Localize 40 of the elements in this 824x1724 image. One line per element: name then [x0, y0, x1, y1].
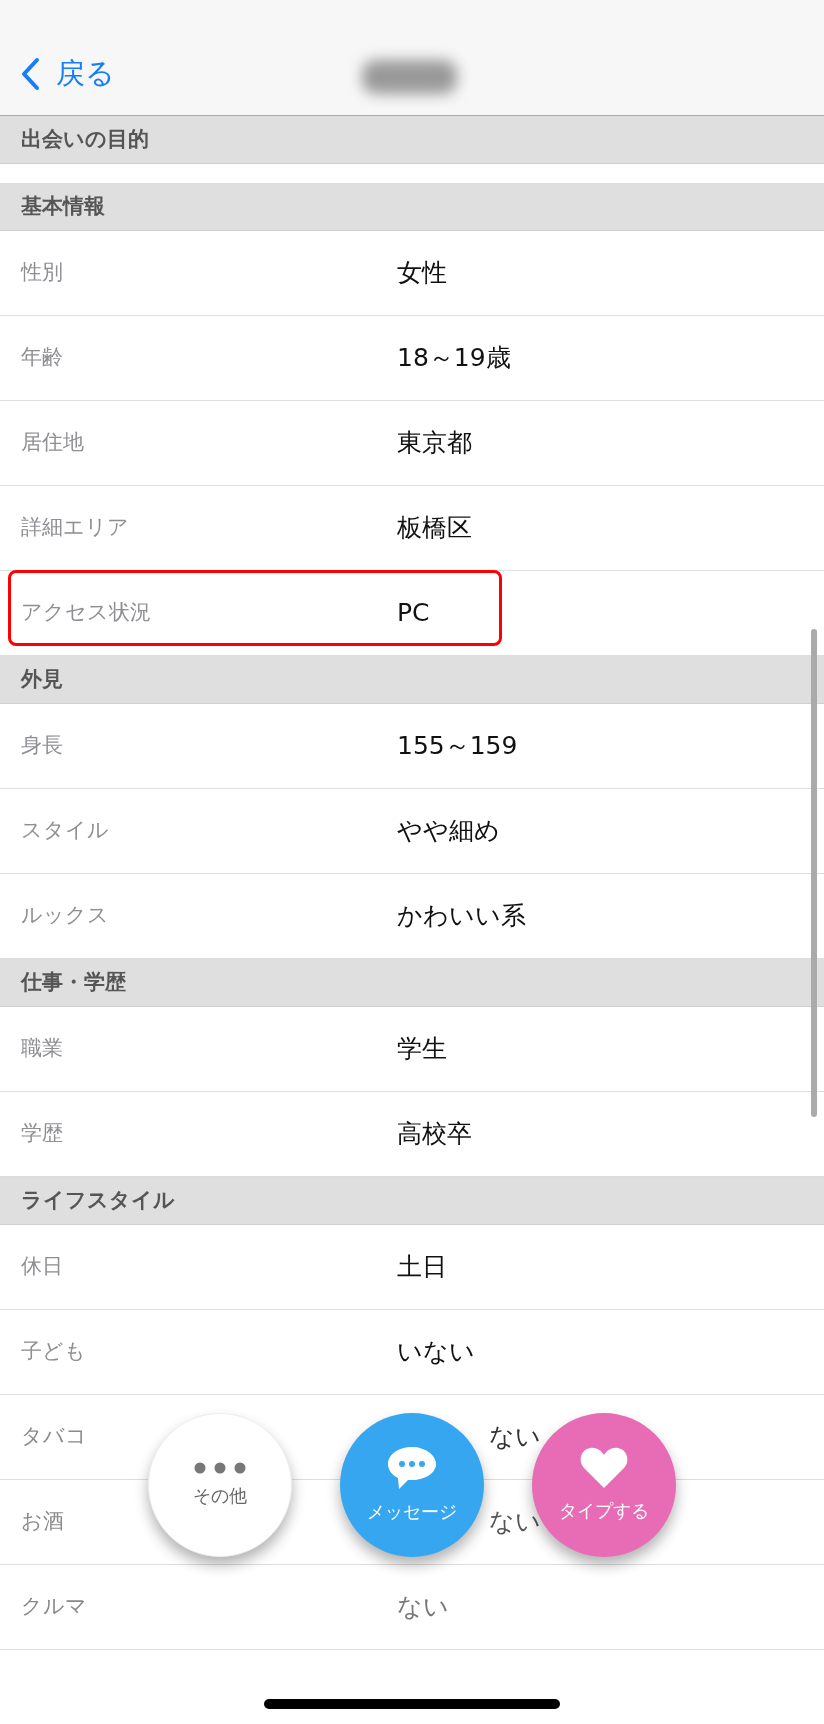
field-label: 性別 [21, 260, 63, 285]
field-label: 職業 [21, 1036, 63, 1061]
heart-icon [580, 1446, 628, 1489]
field-label: 居住地 [21, 430, 84, 455]
field-label: 身長 [21, 733, 63, 758]
field-label: タバコ [21, 1424, 87, 1449]
field-label: アクセス状況 [21, 600, 151, 625]
chat-bubble-icon [387, 1445, 437, 1490]
field-value: 女性 [397, 257, 447, 290]
field-label: スタイル [21, 818, 109, 843]
section-header: 基本情報 [0, 183, 824, 231]
field-value: ない [397, 1591, 449, 1624]
field-label: お酒 [21, 1509, 64, 1534]
field-value: 学生 [397, 1033, 447, 1066]
field-value: かわいい系 [397, 900, 526, 933]
field-label: 学歴 [21, 1121, 63, 1146]
chevron-left-icon [20, 56, 40, 91]
back-button[interactable]: 戻る [20, 52, 115, 96]
field-value: PC [397, 597, 430, 630]
field-label: 詳細エリア [21, 515, 129, 540]
field-value: いない [397, 1336, 475, 1369]
more-button[interactable]: その他 [148, 1413, 292, 1557]
field-value: 土日 [397, 1251, 447, 1284]
field-label: 休日 [21, 1254, 63, 1279]
section-header: ライフスタイル [0, 1177, 824, 1225]
field-value: 155～159 [397, 730, 518, 763]
field-label: 年齢 [21, 345, 63, 370]
section-header: 外見 [0, 656, 824, 704]
field-label: 子ども [21, 1339, 86, 1364]
field-value: 18～19歳 [397, 342, 511, 375]
dots-icon [194, 1461, 246, 1474]
section-header: 出会いの目的 [0, 116, 824, 164]
field-value: 東京都 [397, 427, 472, 460]
field-label: クルマ [21, 1594, 87, 1619]
section-header: 仕事・学歴 [0, 959, 824, 1007]
field-value: 板橋区 [397, 512, 472, 545]
message-button[interactable]: メッセージ [340, 1413, 484, 1557]
field-label: ルックス [21, 903, 109, 928]
field-value: 高校卒 [397, 1118, 472, 1151]
field-value: やや細め [397, 815, 500, 848]
